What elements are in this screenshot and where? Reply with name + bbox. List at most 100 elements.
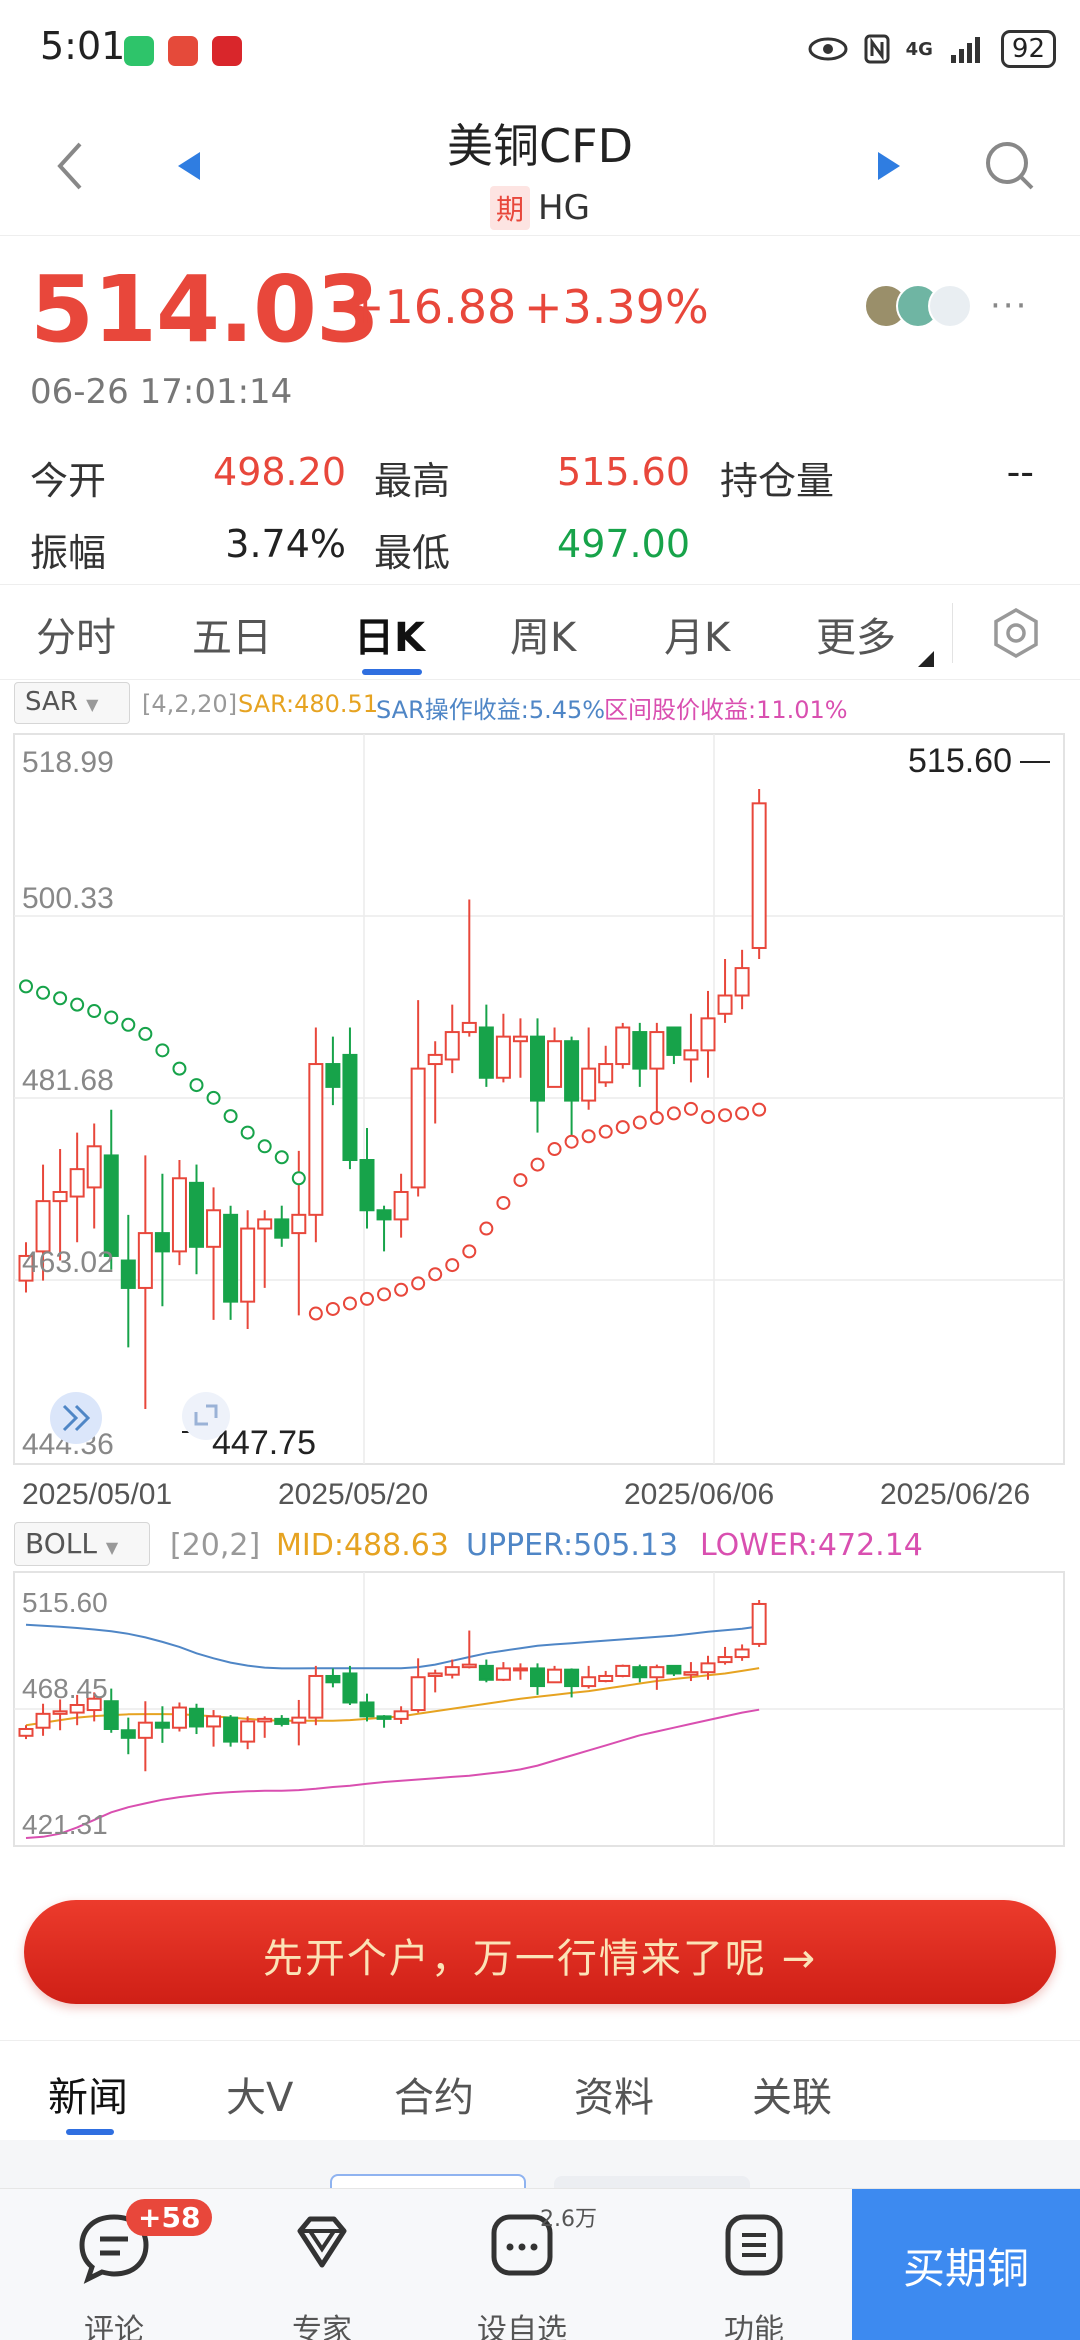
candle-body — [69, 1704, 85, 1714]
candlestick — [649, 1022, 665, 1115]
watchlist-count: 2.6万 — [540, 2207, 597, 2232]
candle-body — [376, 1209, 392, 1221]
candlestick — [69, 1132, 85, 1243]
candlestick — [274, 1205, 290, 1247]
candlestick — [359, 1128, 375, 1229]
candle-body — [564, 1668, 580, 1688]
candle-body — [649, 1666, 665, 1679]
boll-upper-line — [25, 1623, 760, 1670]
candlestick — [325, 1036, 341, 1106]
candlestick — [751, 788, 767, 959]
candle-body — [700, 1017, 716, 1052]
candle-body — [103, 1154, 119, 1257]
sar-dot — [428, 1267, 443, 1282]
sar-dot — [291, 1171, 306, 1186]
candle-body — [478, 1026, 494, 1079]
candle-body — [342, 1672, 358, 1704]
sar-dot — [360, 1291, 374, 1306]
fullscreen-icon[interactable] — [182, 1392, 230, 1440]
sar-dot — [308, 1306, 323, 1321]
open-account-banner[interactable]: 先开个户，万一行情来了呢 → — [24, 1900, 1056, 2004]
candlestick — [171, 1159, 187, 1266]
expand-left-icon[interactable] — [50, 1392, 102, 1444]
sar-dot — [479, 1221, 494, 1236]
sub-candlestick — [171, 1702, 187, 1732]
candle-body — [325, 1674, 341, 1684]
sub-candlestick — [632, 1664, 648, 1683]
candle-body — [632, 1031, 648, 1070]
sar-dot — [581, 1129, 596, 1144]
candlestick — [120, 1214, 136, 1348]
candle-body — [171, 1177, 187, 1253]
candle-body — [35, 1200, 51, 1253]
sar-dot — [752, 1102, 767, 1117]
candle-body — [325, 1063, 341, 1088]
candle-body — [291, 1213, 307, 1235]
high-price-marker: 515.60 — [908, 742, 1012, 780]
candlestick — [206, 1187, 222, 1320]
tab-news[interactable]: 新闻 — [48, 2065, 128, 2123]
candlestick — [461, 899, 477, 1037]
tab-contract[interactable]: 合约 — [394, 2065, 474, 2123]
candle-body — [666, 1664, 682, 1675]
candlestick — [581, 1027, 597, 1110]
tab-profile[interactable]: 资料 — [574, 2065, 654, 2123]
nav-functions[interactable]: 功能 — [684, 2207, 824, 2340]
candlestick — [478, 1004, 494, 1087]
sub-candlestick — [52, 1699, 68, 1731]
x-axis-label: 2025/06/26 — [880, 1478, 1030, 1511]
x-axis-label: 2025/05/20 — [278, 1478, 428, 1511]
sub-candlestick — [376, 1715, 392, 1728]
candle-body — [86, 1145, 102, 1189]
sar-dot — [274, 1150, 289, 1165]
candle-body — [154, 1721, 170, 1729]
sub-candlestick — [649, 1664, 665, 1690]
tab-related[interactable]: 关联 — [752, 2065, 832, 2123]
sub-candlestick — [154, 1706, 170, 1743]
candle-body — [564, 1040, 580, 1102]
candlestick — [154, 1173, 170, 1307]
candle-body — [52, 1190, 68, 1203]
nav-expert[interactable]: 专家 — [252, 2207, 392, 2340]
candle-body — [240, 1227, 256, 1303]
candlestick — [444, 1004, 460, 1074]
candle-body — [427, 1672, 443, 1677]
candle-body — [683, 1671, 699, 1676]
sub-candlestick — [751, 1600, 767, 1647]
candlestick — [257, 1210, 273, 1288]
tab-big-v[interactable]: 大V — [226, 2065, 293, 2123]
sar-dot — [155, 1043, 170, 1058]
sar-dot — [104, 1010, 119, 1025]
candle-body — [189, 1707, 204, 1728]
candle-body — [103, 1700, 119, 1730]
sub-candlestick — [530, 1663, 545, 1695]
candle-body — [359, 1701, 375, 1718]
candle-body — [35, 1712, 51, 1729]
candle-body — [734, 967, 750, 997]
candle-body — [376, 1715, 392, 1720]
candlestick — [376, 1205, 392, 1252]
sub-candlestick — [120, 1717, 136, 1755]
sub-candlestick — [717, 1646, 733, 1665]
candle-body — [512, 1667, 528, 1672]
candlestick — [717, 958, 733, 1023]
buy-futures-button[interactable]: 买期铜 — [852, 2189, 1080, 2340]
sar-dot — [377, 1287, 392, 1302]
sub-y-label: 468.45 — [22, 1673, 108, 1704]
candle-body — [240, 1720, 256, 1743]
candle-body — [137, 1721, 153, 1739]
diamond-icon — [297, 2216, 347, 2268]
main-y-label: 518.99 — [22, 746, 114, 779]
candle-body — [683, 1049, 699, 1061]
candle-body — [751, 802, 767, 949]
sar-dot — [666, 1106, 681, 1121]
sub-candlestick — [223, 1715, 239, 1747]
candlestick — [189, 1164, 204, 1275]
candle-body — [530, 1035, 545, 1102]
candle-body — [154, 1232, 170, 1253]
candle-body — [530, 1667, 545, 1688]
candle-body — [598, 1063, 614, 1084]
sar-dot — [206, 1090, 221, 1105]
kline-chart[interactable]: 518.99 500.33 481.68 463.02 444.36 2025/… — [0, 0, 1080, 1880]
bottom-nav: 评论 +58 专家 设自选 2.6万 功能 买期铜 — [0, 2188, 1080, 2340]
